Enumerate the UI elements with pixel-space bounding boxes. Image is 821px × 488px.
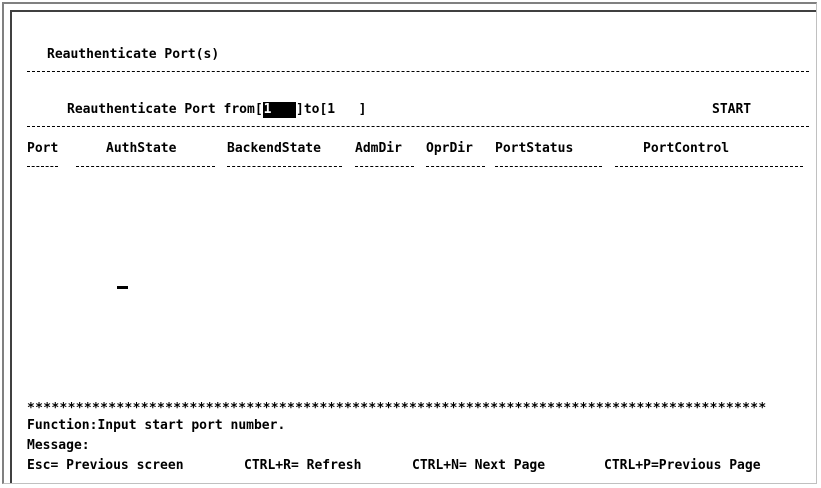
- column-underline-portstatus: [495, 166, 602, 167]
- column-header-backendstate: BackendState: [227, 141, 321, 156]
- column-underline-portcontrol: [615, 166, 803, 167]
- column-underline-admdir: [355, 166, 414, 167]
- column-header-oprdir: OprDir: [426, 141, 473, 156]
- title-divider: [27, 71, 809, 72]
- column-underline-oprdir: [426, 166, 485, 167]
- to-port-input[interactable]: 1: [327, 102, 358, 118]
- column-underline-port: [27, 166, 58, 167]
- column-underline-authstate: [76, 166, 215, 167]
- column-header-port: Port: [27, 141, 59, 156]
- footer-esc-key[interactable]: Esc= Previous screen: [27, 458, 184, 474]
- range-from-label: Reauthenticate Port from: [67, 102, 255, 117]
- function-text: Function:Input start port number.: [27, 418, 286, 433]
- start-button[interactable]: START: [712, 102, 751, 118]
- text-cursor: [117, 286, 128, 289]
- port-range-row: Reauthenticate Port from[1 ]to[1 ]: [67, 102, 367, 118]
- column-header-portcontrol: PortControl: [643, 141, 730, 156]
- footer-previous-page-key[interactable]: CTRL+P=Previous Page: [604, 458, 761, 474]
- column-header-authstate: AuthState: [106, 141, 177, 156]
- star-separator: ****************************************…: [27, 401, 767, 416]
- screen-title: Reauthenticate Port(s): [47, 47, 220, 62]
- footer-refresh-key[interactable]: CTRL+R= Refresh: [244, 458, 361, 474]
- column-header-portstatus: PortStatus: [495, 141, 574, 156]
- range-divider: [27, 126, 809, 127]
- footer-next-page-key[interactable]: CTRL+N= Next Page: [412, 458, 545, 474]
- range-to-label: to: [303, 102, 320, 117]
- column-underline-backendstate: [227, 166, 342, 167]
- column-header-admdir: AdmDir: [355, 141, 402, 156]
- message-label: Message:: [27, 438, 90, 453]
- from-port-input[interactable]: 1: [262, 102, 296, 118]
